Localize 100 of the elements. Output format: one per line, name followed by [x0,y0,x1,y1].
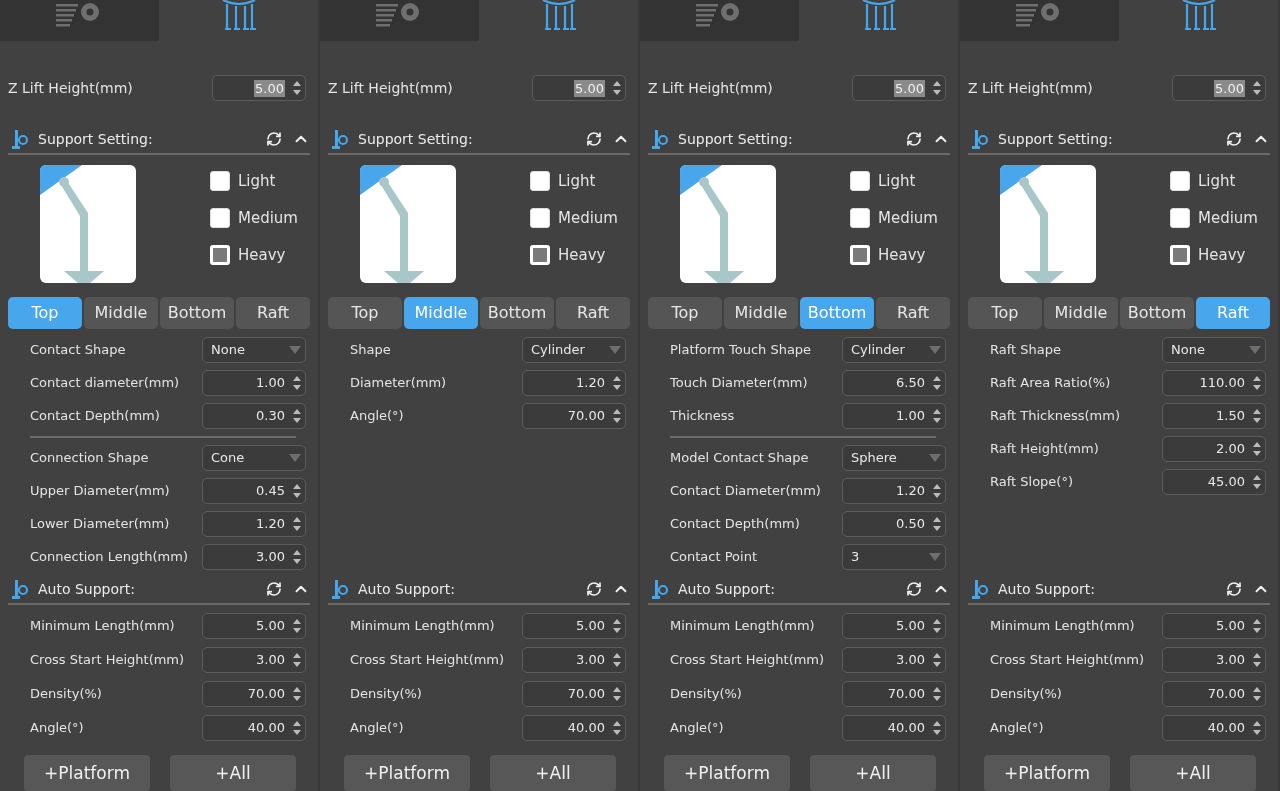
spin-arrows-icon[interactable] [933,408,941,423]
dropdown-field[interactable]: 3 [842,543,946,570]
number-field[interactable]: 5.00 [522,613,626,639]
segment-tab[interactable]: Raft [876,296,950,329]
spin-arrows-icon[interactable] [1253,408,1261,423]
number-field[interactable]: 110.00 [1162,369,1266,396]
reset-icon[interactable] [906,130,922,147]
spin-arrows-icon[interactable] [933,81,941,96]
spin-arrows-icon[interactable] [613,619,621,633]
checkbox[interactable] [1170,207,1190,228]
number-field[interactable]: 1.20 [842,477,946,504]
add-support-button[interactable]: +All [490,755,616,791]
checkbox[interactable] [530,170,550,191]
segment-tab[interactable]: Middle [84,296,158,329]
number-field[interactable]: 70.00 [522,681,626,707]
number-field[interactable]: 40.00 [1162,715,1266,741]
reset-icon[interactable] [266,130,282,147]
reset-icon[interactable] [1226,581,1242,598]
segment-tab[interactable]: Top [328,296,402,329]
number-field[interactable]: 45.00 [1162,468,1266,495]
add-support-button[interactable]: +Platform [24,755,150,791]
add-support-button[interactable]: +All [170,755,296,791]
spin-arrows-icon[interactable] [613,721,621,735]
segment-tab[interactable]: Top [648,296,722,329]
reset-icon[interactable] [906,581,922,598]
number-field[interactable]: 1.00 [202,369,306,396]
number-field[interactable]: 1.20 [202,510,306,537]
reset-icon[interactable] [586,130,602,147]
number-field[interactable]: 3.00 [202,647,306,673]
spin-arrows-icon[interactable] [933,687,941,701]
segment-tab[interactable]: Middle [1044,296,1118,329]
number-field[interactable]: 70.00 [1162,681,1266,707]
number-field[interactable]: 1.50 [1162,402,1266,429]
spin-arrows-icon[interactable] [1253,721,1261,735]
segment-tab[interactable]: Middle [724,296,798,329]
spin-arrows-icon[interactable] [1253,653,1261,667]
spin-arrows-icon[interactable] [613,375,621,390]
checkbox[interactable] [530,207,550,228]
spin-arrows-icon[interactable] [933,619,941,633]
spin-arrows-icon[interactable] [293,375,301,390]
spin-arrows-icon[interactable] [293,549,301,564]
number-field[interactable]: 0.45 [202,477,306,504]
dropdown-field[interactable]: None [1162,336,1266,363]
reset-icon[interactable] [266,581,282,598]
checkbox[interactable] [850,207,870,228]
spin-arrows-icon[interactable] [293,81,301,96]
number-field[interactable]: 40.00 [522,715,626,741]
add-support-button[interactable]: +All [1130,755,1256,791]
spin-arrows-icon[interactable] [1253,441,1261,456]
spin-arrows-icon[interactable] [293,653,301,667]
segment-tab[interactable]: Top [968,296,1042,329]
spin-arrows-icon[interactable] [1253,375,1261,390]
number-field[interactable]: 40.00 [842,715,946,741]
spin-arrows-icon[interactable] [1253,687,1261,701]
add-support-button[interactable]: +Platform [664,755,790,791]
checkbox[interactable] [210,170,230,191]
spin-arrows-icon[interactable] [933,516,941,531]
spin-arrows-icon[interactable] [1253,81,1261,96]
add-support-button[interactable]: +Platform [984,755,1110,791]
number-field[interactable]: 5.00 [202,613,306,639]
segment-tab[interactable]: Bottom [1120,296,1194,329]
reset-icon[interactable] [586,581,602,598]
number-field[interactable]: 70.00 [522,402,626,429]
spin-arrows-icon[interactable] [613,653,621,667]
spin-arrows-icon[interactable] [293,619,301,633]
spin-arrows-icon[interactable] [613,687,621,701]
number-field[interactable]: 2.00 [1162,435,1266,462]
dropdown-field[interactable]: Sphere [842,444,946,471]
number-field[interactable]: 0.50 [842,510,946,537]
number-field[interactable]: 0.30 [202,402,306,429]
checkbox[interactable] [850,170,870,191]
spin-arrows-icon[interactable] [293,687,301,701]
spin-arrows-icon[interactable] [933,653,941,667]
reset-icon[interactable] [1226,130,1242,147]
number-field[interactable]: 40.00 [202,715,306,741]
spin-arrows-icon[interactable] [293,483,301,498]
spin-arrows-icon[interactable] [1253,619,1261,633]
number-field[interactable]: 3.00 [522,647,626,673]
spin-arrows-icon[interactable] [293,408,301,423]
number-field[interactable]: 1.00 [842,402,946,429]
add-support-button[interactable]: +Platform [344,755,470,791]
dropdown-field[interactable]: None [202,336,306,363]
spin-arrows-icon[interactable] [293,721,301,735]
icon-tab[interactable] [640,0,799,42]
dropdown-field[interactable]: Cone [202,444,306,471]
number-field[interactable]: 5.00 [1162,613,1266,639]
number-field[interactable]: 70.00 [842,681,946,707]
number-field[interactable]: 6.50 [842,369,946,396]
segment-tab[interactable]: Raft [236,296,310,329]
segment-tab[interactable]: Raft [556,296,630,329]
icon-tab[interactable] [960,0,1119,42]
add-support-button[interactable]: +All [810,755,936,791]
number-field[interactable]: 3.00 [202,543,306,570]
spin-arrows-icon[interactable] [293,516,301,531]
spin-arrows-icon[interactable] [933,483,941,498]
spin-arrows-icon[interactable] [613,81,621,96]
number-field[interactable]: 1.20 [522,369,626,396]
spin-arrows-icon[interactable] [933,375,941,390]
dropdown-field[interactable]: Cylinder [522,336,626,363]
checkbox[interactable] [1170,170,1190,191]
